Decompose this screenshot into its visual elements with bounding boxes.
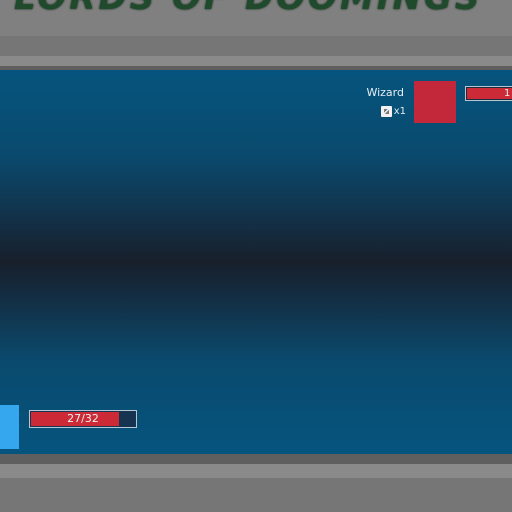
enemy-health-bar: 1 — [465, 86, 512, 101]
game-title: LORDS OF DOOMINGS — [14, 0, 482, 18]
bottom-border — [0, 454, 512, 512]
enemy-count-label: x1 — [393, 105, 406, 117]
battlefield — [0, 70, 512, 454]
enemy-dice-count: x1 — [366, 104, 406, 118]
player-health-text: 27/32 — [67, 412, 99, 425]
player-health-bar: 27/32 — [29, 410, 137, 428]
enemy-unit[interactable] — [414, 81, 456, 123]
top-border — [0, 36, 512, 70]
game-screen: LORDS OF DOOMINGS Wizard x1 1 27/32 — [0, 0, 512, 512]
player-unit[interactable] — [0, 405, 19, 449]
enemy-name: Wizard — [366, 86, 404, 99]
dice-icon — [380, 105, 392, 117]
title-banner: LORDS OF DOOMINGS — [0, 0, 512, 36]
enemy-health-text: 1 — [504, 88, 511, 99]
